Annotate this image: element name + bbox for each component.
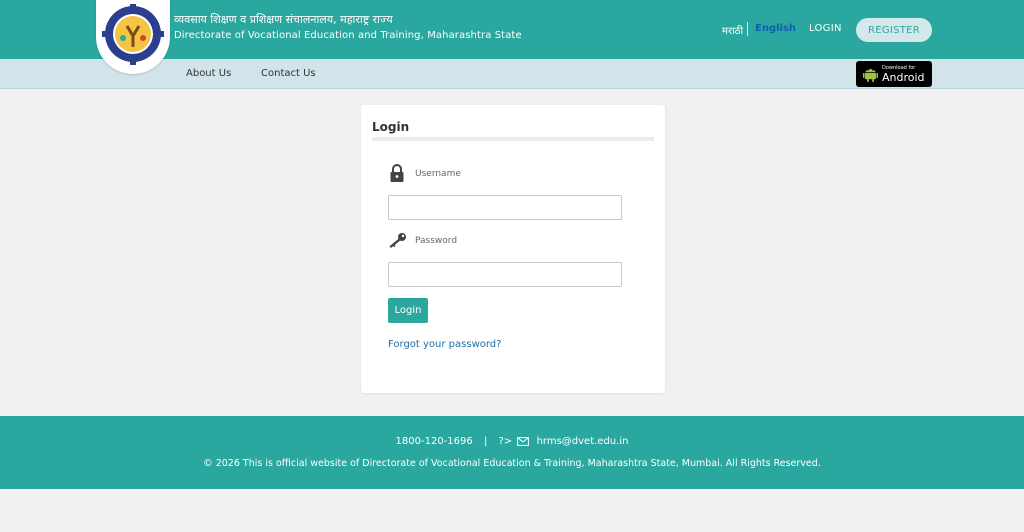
username-input[interactable] bbox=[388, 195, 622, 220]
nav-contact-us[interactable]: Contact Us bbox=[261, 68, 316, 79]
dvet-emblem-icon[interactable] bbox=[96, 0, 170, 74]
forgot-password-link[interactable]: Forgot your password? bbox=[388, 339, 501, 350]
footer-prefix: ?> bbox=[498, 436, 513, 447]
lang-english-link[interactable]: English bbox=[755, 23, 796, 34]
password-input[interactable] bbox=[388, 262, 622, 287]
register-button[interactable]: REGISTER bbox=[856, 18, 932, 42]
footer-phone: 1800-120-1696 bbox=[395, 436, 473, 447]
nav-about-us[interactable]: About Us bbox=[186, 68, 231, 79]
key-icon bbox=[389, 233, 406, 248]
lock-icon bbox=[390, 164, 404, 182]
password-label: Password bbox=[415, 236, 458, 246]
envelope-icon bbox=[517, 437, 530, 446]
org-name-english: Directorate of Vocational Education and … bbox=[174, 30, 522, 41]
card-title-rule bbox=[372, 137, 654, 141]
header-login-link[interactable]: LOGIN bbox=[809, 23, 842, 34]
org-name-marathi: व्यवसाय शिक्षण व प्रशिक्षण संचालनालय, मह… bbox=[174, 13, 393, 26]
login-button[interactable]: Login bbox=[388, 298, 428, 323]
footer-separator: | bbox=[483, 436, 488, 447]
footer-email-link[interactable]: hrms@dvet.edu.in bbox=[537, 436, 629, 447]
android-big-text: Android bbox=[882, 71, 925, 84]
android-download-button[interactable]: Download for Android bbox=[856, 61, 932, 87]
login-card-title: Login bbox=[372, 120, 410, 134]
login-card: Login Username Password Login Forgot you… bbox=[361, 105, 665, 393]
footer: 1800-120-1696 | ?> hrms@dvet.edu.in © 20… bbox=[0, 416, 1024, 489]
username-label: Username bbox=[415, 169, 461, 179]
lang-marathi-link[interactable]: मराठी bbox=[722, 23, 743, 37]
footer-contact-line: 1800-120-1696 | ?> hrms@dvet.edu.in bbox=[0, 436, 1024, 448]
android-icon bbox=[863, 69, 878, 82]
footer-copyright: © 2026 This is official website of Direc… bbox=[203, 458, 821, 469]
lang-separator bbox=[747, 22, 748, 36]
